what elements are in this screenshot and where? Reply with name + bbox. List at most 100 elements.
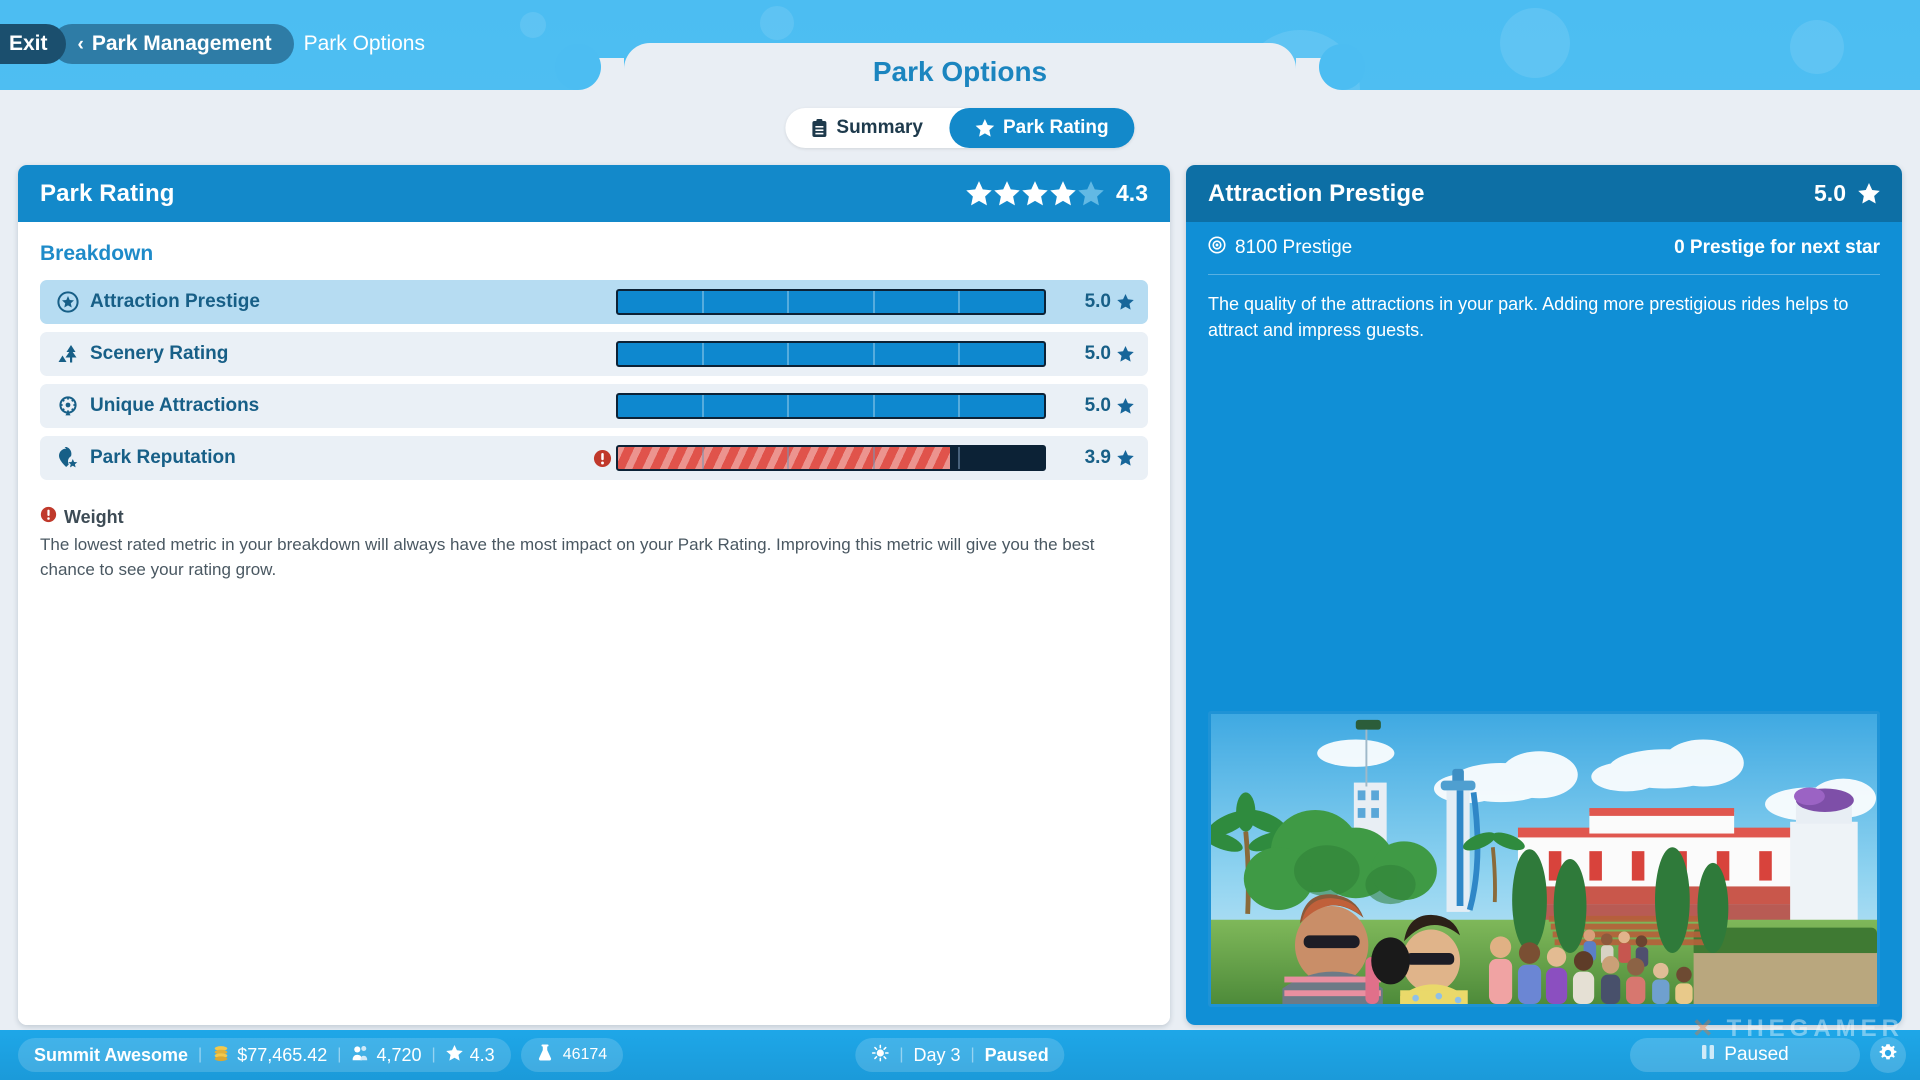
settings-button[interactable] bbox=[1870, 1037, 1906, 1073]
hud-right-group: Paused bbox=[1630, 1037, 1906, 1073]
detail-panel-title: Attraction Prestige bbox=[1208, 179, 1425, 207]
clipboard-icon bbox=[811, 118, 827, 138]
breakdown-rows: Attraction Prestige 5.0 Scenery Rating 5… bbox=[40, 280, 1148, 480]
gear-icon bbox=[1878, 1043, 1898, 1068]
star-icon bbox=[1117, 450, 1134, 466]
star-icon bbox=[1117, 398, 1134, 414]
star-empty-icon bbox=[1078, 181, 1104, 206]
prestige-value-group: 8100 Prestige bbox=[1208, 236, 1352, 260]
breakdown-row-unique-attractions[interactable]: Unique Attractions 5.0 bbox=[40, 384, 1148, 428]
weight-note: Weight The lowest rated metric in your b… bbox=[40, 506, 1148, 582]
sun-icon bbox=[871, 1044, 889, 1067]
detail-panel-score: 5.0 bbox=[1814, 180, 1846, 206]
divider: | bbox=[970, 1046, 975, 1063]
progress-bar bbox=[616, 341, 1046, 367]
star-icon bbox=[1858, 183, 1880, 204]
pause-icon bbox=[1701, 1044, 1715, 1066]
warning-icon bbox=[588, 449, 616, 468]
breakdown-row-label: Scenery Rating bbox=[90, 343, 229, 364]
hud-left-group: Summit Awesome | $77,465.42 | 4,720 | 4.… bbox=[18, 1038, 624, 1072]
prestige-icon bbox=[1208, 236, 1226, 260]
breadcrumb-parent-label: Park Management bbox=[91, 32, 272, 55]
star-icon bbox=[975, 119, 994, 137]
park-rating-score-group: 4.3 bbox=[966, 180, 1148, 207]
prestige-value: 8100 Prestige bbox=[1235, 237, 1353, 258]
breadcrumb-current-label: Park Options bbox=[303, 32, 425, 55]
star-filled-icon bbox=[1022, 181, 1048, 206]
breakdown-row-score: 5.0 bbox=[1060, 395, 1134, 417]
breakdown-row-score: 3.9 bbox=[1060, 447, 1134, 469]
tab-summary-label: Summary bbox=[836, 117, 924, 138]
hud-science-value: 46174 bbox=[562, 1046, 608, 1063]
page-title: Park Options bbox=[872, 56, 1048, 87]
progress-bar bbox=[616, 289, 1046, 315]
hud-guests-value: 4,720 bbox=[376, 1044, 422, 1065]
breakdown-row-score: 5.0 bbox=[1060, 291, 1134, 313]
tab-park-rating[interactable]: Park Rating bbox=[949, 108, 1135, 148]
hud-science[interactable]: 46174 bbox=[520, 1038, 624, 1072]
hud-rating[interactable]: 4.3 bbox=[445, 1044, 495, 1066]
detail-panel-body: 8100 Prestige 0 Prestige for next star T… bbox=[1186, 222, 1902, 1025]
star-icon bbox=[1117, 294, 1134, 310]
tab-park-rating-label: Park Rating bbox=[1003, 117, 1109, 138]
star-filled-icon bbox=[966, 181, 992, 206]
hud-money-value: $77,465.42 bbox=[237, 1044, 328, 1065]
weight-body: The lowest rated metric in your breakdow… bbox=[40, 535, 1095, 579]
divider: | bbox=[431, 1046, 436, 1063]
hud-center-group: | Day 3 | Paused bbox=[855, 1038, 1065, 1072]
hud-day: Day 3 bbox=[913, 1044, 961, 1065]
tab-bar: Summary Park Rating bbox=[785, 108, 1135, 148]
park-rating-header: Park Rating 4.3 bbox=[18, 165, 1170, 222]
hud-time-pill: | Day 3 | Paused bbox=[855, 1038, 1065, 1072]
breakdown-row-score: 5.0 bbox=[1060, 343, 1134, 365]
flask-icon bbox=[537, 1044, 553, 1067]
divider: | bbox=[198, 1046, 203, 1063]
panels-container: Park Rating 4.3 Breakdown Attraction Pre… bbox=[18, 165, 1902, 1025]
park-rating-panel: Park Rating 4.3 Breakdown Attraction Pre… bbox=[18, 165, 1170, 1025]
hud-status: Paused bbox=[984, 1044, 1049, 1065]
detail-panel-wrap: Attraction Prestige 5.0 8100 Prestige 0 … bbox=[1186, 165, 1902, 1025]
coins-icon bbox=[212, 1044, 230, 1067]
star-circle-icon bbox=[54, 291, 82, 313]
hud-guests[interactable]: 4,720 bbox=[351, 1044, 422, 1067]
detail-panel-description: The quality of the attractions in your p… bbox=[1208, 294, 1849, 341]
next-star-text: 0 Prestige for next star bbox=[1674, 237, 1880, 258]
hud-park-name: Summit Awesome bbox=[34, 1044, 189, 1065]
ferris-wheel-icon bbox=[54, 395, 82, 417]
star-icon bbox=[1117, 346, 1134, 362]
park-rating-title: Park Rating bbox=[40, 179, 175, 207]
star-icon bbox=[445, 1044, 463, 1066]
progress-bar bbox=[616, 445, 1046, 471]
tree-icon bbox=[54, 343, 82, 365]
bottom-hud: Summit Awesome | $77,465.42 | 4,720 | 4.… bbox=[0, 1030, 1920, 1080]
prestige-stats: 8100 Prestige 0 Prestige for next star bbox=[1208, 222, 1880, 275]
breakdown-row-label: Unique Attractions bbox=[90, 395, 260, 416]
park-guests-photo bbox=[1208, 711, 1880, 1007]
breakdown-row-scenery-rating[interactable]: Scenery Rating 5.0 bbox=[40, 332, 1148, 376]
weight-header: Weight bbox=[40, 506, 1148, 528]
warning-icon bbox=[40, 506, 57, 528]
pin-star-icon bbox=[54, 447, 82, 469]
weight-title: Weight bbox=[64, 506, 124, 527]
breakdown-row-park-reputation[interactable]: Park Reputation 3.9 bbox=[40, 436, 1148, 480]
exit-label: Exit bbox=[9, 32, 48, 55]
breakdown-row-label: Attraction Prestige bbox=[90, 291, 260, 312]
breakdown-title: Breakdown bbox=[40, 242, 154, 265]
rating-stars bbox=[966, 181, 1104, 206]
detail-panel-header: Attraction Prestige 5.0 bbox=[1186, 165, 1902, 222]
attraction-prestige-panel: Attraction Prestige 5.0 8100 Prestige 0 … bbox=[1186, 165, 1902, 1025]
breakdown-row-attraction-prestige[interactable]: Attraction Prestige 5.0 bbox=[40, 280, 1148, 324]
park-rating-panel-wrap: Park Rating 4.3 Breakdown Attraction Pre… bbox=[18, 165, 1170, 1025]
star-filled-icon bbox=[1050, 181, 1076, 206]
tab-summary[interactable]: Summary bbox=[785, 108, 949, 148]
park-rating-score: 4.3 bbox=[1116, 180, 1148, 206]
hud-park-stats: Summit Awesome | $77,465.42 | 4,720 | 4.… bbox=[18, 1038, 511, 1072]
pause-button[interactable]: Paused bbox=[1630, 1038, 1860, 1072]
divider: | bbox=[899, 1046, 904, 1063]
hud-money[interactable]: $77,465.42 bbox=[212, 1044, 327, 1067]
pause-button-label: Paused bbox=[1724, 1044, 1789, 1065]
breakdown-row-label: Park Reputation bbox=[90, 447, 236, 468]
chevron-left-icon: ‹ bbox=[77, 33, 84, 55]
detail-panel-score-group: 5.0 bbox=[1814, 180, 1880, 207]
park-options-screen: Park Options Exit ‹ Park Management Park… bbox=[0, 0, 1920, 1080]
